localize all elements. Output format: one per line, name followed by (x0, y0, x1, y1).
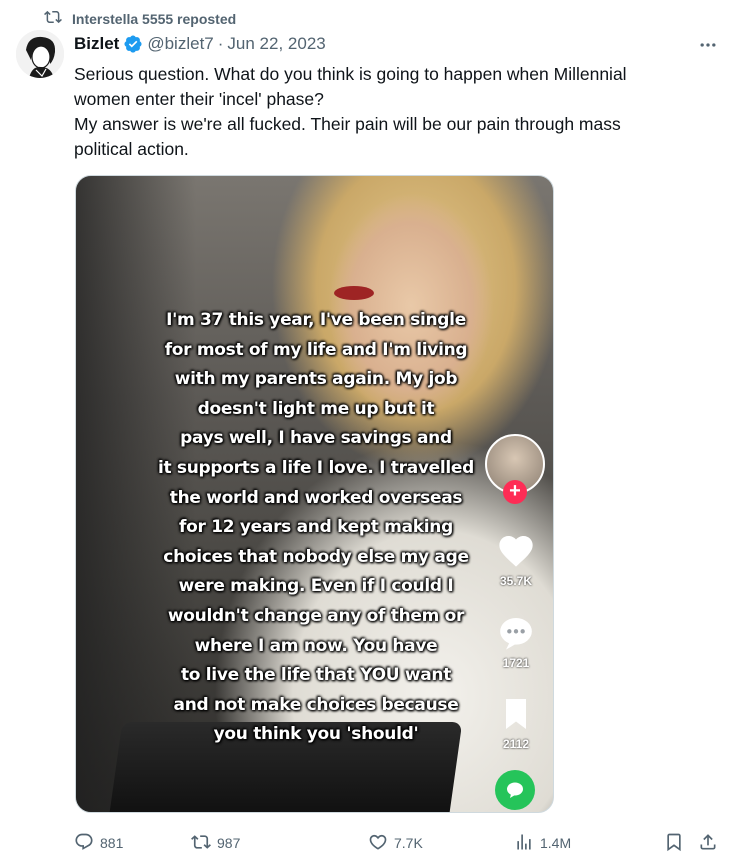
tweet-text-line: political action. (74, 139, 189, 159)
author-name[interactable]: Bizlet (74, 34, 119, 54)
views-button[interactable]: 1.4M (514, 832, 571, 855)
more-icon[interactable] (697, 34, 719, 56)
repost-icon (44, 8, 62, 29)
caption-line: it supports a life I love. I travelled (157, 457, 475, 478)
share-button[interactable] (698, 832, 718, 855)
like-button[interactable]: 7.7K (368, 832, 423, 855)
reply-count: 881 (100, 835, 124, 851)
caption-line: to live the life that YOU want (180, 665, 452, 686)
tweet-date[interactable]: Jun 22, 2023 (227, 34, 325, 54)
repost-count: 987 (217, 835, 241, 851)
repost-banner-text: Interstella 5555 reposted (72, 10, 237, 27)
tweet-text-line: women enter their 'incel' phase? (74, 89, 324, 109)
views-icon (514, 832, 534, 855)
tweet-text-line: Serious question. What do you think is g… (74, 64, 627, 84)
video-save-count: 2112 (502, 737, 530, 751)
like-icon (368, 832, 388, 855)
verified-badge-icon[interactable] (123, 34, 143, 54)
video-like-count: 35.7K (499, 574, 533, 588)
like-count: 7.7K (394, 835, 423, 851)
tweet-header: Bizlet @bizlet7 · Jun 22, 2023 (74, 34, 326, 54)
caption-line: for most of my life and I'm living (164, 339, 468, 360)
reply-icon (74, 832, 94, 855)
tweet-text: Serious question. What do you think is g… (74, 62, 694, 162)
video-caption: I'm 37 this year, I've been single for m… (156, 306, 476, 750)
video-media[interactable]: I'm 37 this year, I've been single for m… (75, 175, 554, 813)
comment-bubble-icon (496, 613, 536, 656)
caption-line: pays well, I have savings and (180, 428, 452, 449)
bookmark-button[interactable] (664, 832, 684, 855)
caption-line: wouldn't change any of them or (167, 605, 465, 626)
caption-line: were making. Even if I could I (178, 576, 454, 597)
repost-button[interactable]: 987 (191, 832, 240, 855)
caption-line: doesn't light me up but it (197, 398, 435, 419)
reply-button[interactable]: 881 (74, 832, 123, 855)
repost-action-icon (191, 832, 211, 855)
tweet-actions: 881 987 7.7K 1.4M (74, 828, 724, 858)
caption-line: choices that nobody else my age (163, 546, 469, 567)
caption-line: and not make choices because (173, 694, 459, 715)
creator-profile-button[interactable]: + (485, 434, 545, 504)
plus-icon[interactable]: + (503, 480, 527, 504)
repost-banner[interactable]: Interstella 5555 reposted (44, 8, 236, 29)
avatar[interactable] (16, 30, 64, 78)
caption-line: with my parents again. My job (174, 369, 458, 390)
views-count: 1.4M (540, 835, 572, 851)
caption-line: you think you 'should' (213, 724, 419, 745)
video-comment-count: 1721 (502, 656, 530, 670)
video-save-button[interactable]: 2112 (489, 694, 543, 751)
separator-dot: · (217, 34, 224, 53)
video-like-button[interactable]: 35.7K (489, 531, 543, 588)
video-comment-button[interactable]: 1721 (489, 613, 543, 670)
bookmark-action-icon (664, 832, 684, 855)
caption-line: I'm 37 this year, I've been single (166, 310, 466, 330)
caption-line: where I am now. You have (194, 635, 438, 656)
caption-line: the world and worked overseas (169, 487, 463, 508)
tweet-text-line: My answer is we're all fucked. Their pai… (74, 114, 621, 134)
author-handle[interactable]: @bizlet7 (147, 34, 213, 54)
share-icon (698, 832, 718, 855)
video-subject-lips (334, 286, 374, 300)
bookmark-icon (496, 694, 536, 737)
caption-line: for 12 years and kept making (179, 517, 453, 538)
message-icon[interactable] (495, 770, 535, 810)
heart-icon (496, 531, 536, 574)
